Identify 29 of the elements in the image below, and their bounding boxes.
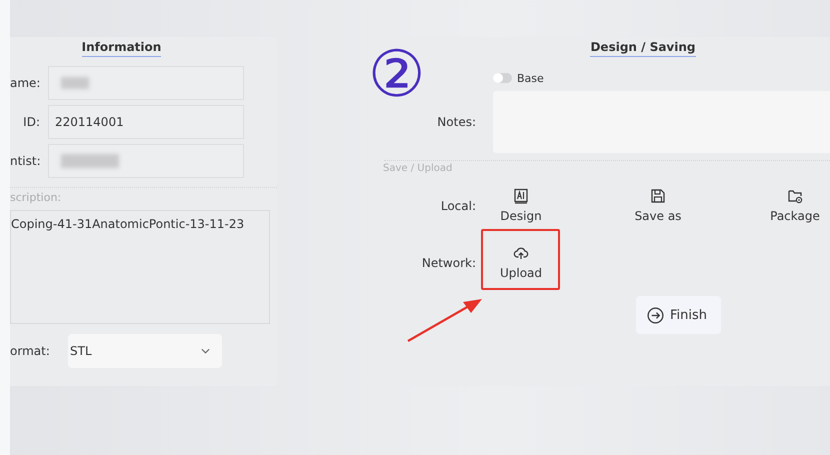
step-marker: ② <box>368 43 426 107</box>
field-label: scription: <box>10 187 277 204</box>
finish-button[interactable]: Finish <box>636 296 722 334</box>
action-button[interactable]: Package <box>767 186 823 225</box>
input-field[interactable]: 220114001 <box>48 105 244 139</box>
field-label: Notes: <box>436 115 476 129</box>
cloud-upload-icon <box>513 245 529 261</box>
field-label: ntist: <box>10 154 40 168</box>
design-icon <box>513 188 529 204</box>
action-button[interactable]: Design <box>493 186 549 225</box>
section-label: Save / Upload <box>383 163 454 174</box>
field-label: Network: <box>420 256 476 270</box>
arrow-circle-icon <box>647 306 664 324</box>
input-field[interactable] <box>48 144 244 178</box>
action-button[interactable]: Save as <box>630 186 686 225</box>
toggle-switch[interactable] <box>493 73 512 83</box>
toggle-label: Base <box>517 72 544 84</box>
format-dropdown[interactable]: STL <box>68 334 222 368</box>
folder-icon <box>787 188 803 204</box>
chevron-down-icon <box>201 348 210 354</box>
field-label: ormat: <box>10 344 51 358</box>
panel-title: Information <box>82 40 162 57</box>
action-button[interactable]: Upload <box>493 243 549 282</box>
field-label: ID: <box>22 115 40 129</box>
panel-title: Design / Saving <box>590 40 696 57</box>
description-field[interactable]: Coping-41-31AnatomicPontic-13-11-23 <box>10 210 270 324</box>
input-field[interactable] <box>48 66 244 100</box>
field-label: Local: <box>440 198 476 212</box>
field-label: ame: <box>10 76 40 90</box>
